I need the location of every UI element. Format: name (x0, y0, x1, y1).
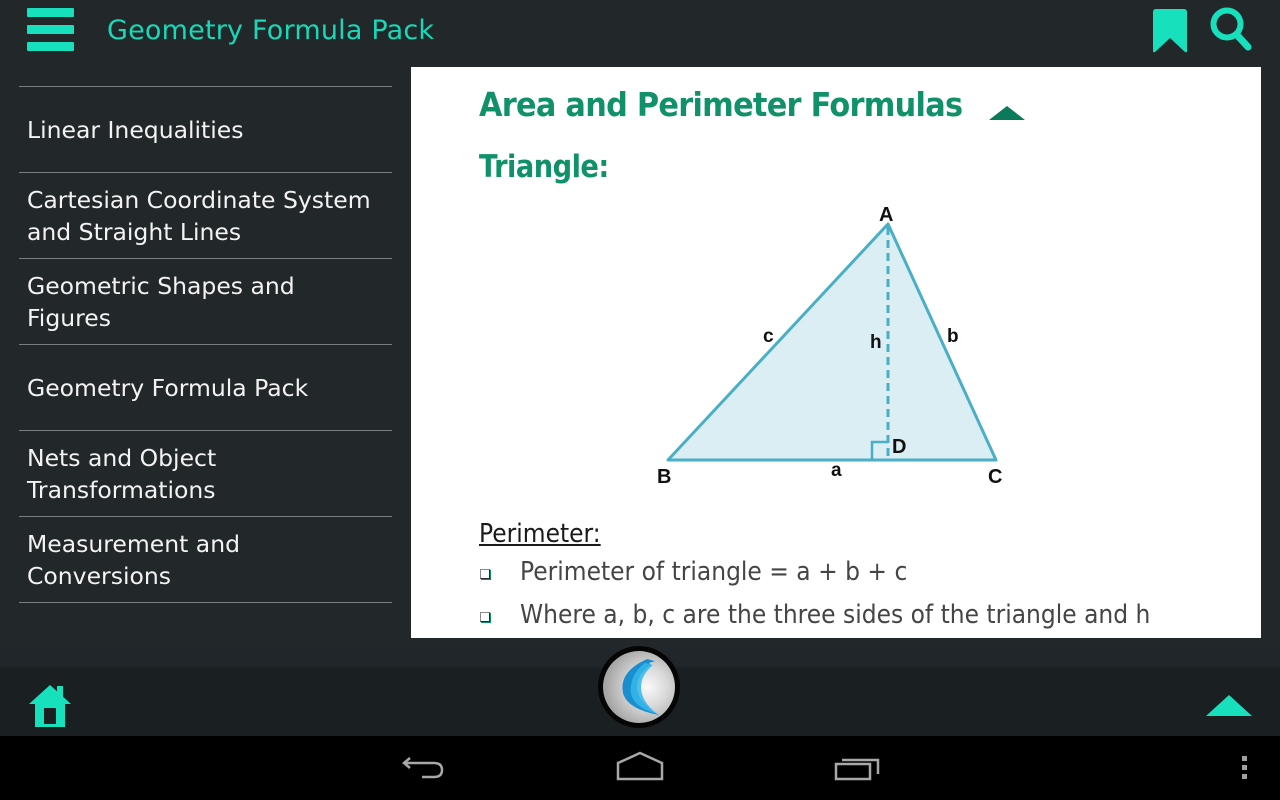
sidebar-item-label: Linear Inequalities (27, 115, 244, 144)
system-back-button[interactable] (400, 750, 448, 784)
checkbox-bullet-icon (480, 612, 490, 622)
side-label-c: c (763, 326, 774, 347)
vertex-label-d: D (892, 436, 906, 458)
side-label-a: a (831, 460, 842, 481)
list-item: Perimeter of triangle = a + b + c (479, 557, 1259, 600)
sidebar-item-label: Measurement and Conversions (27, 529, 241, 590)
sidebar-item-linear-inequalities[interactable]: Linear Inequalities (19, 87, 392, 173)
sidebar-list: Linear Inequalities Cartesian Coordinate… (19, 86, 392, 603)
section-title: Area and Perimeter Formulas (479, 85, 963, 124)
checkbox-bullet-icon (480, 569, 490, 579)
perimeter-bullet-list: Perimeter of triangle = a + b + c Where … (479, 557, 1259, 638)
side-label-b: b (947, 326, 959, 347)
scroll-to-top-button[interactable] (1206, 694, 1252, 718)
back-icon (402, 757, 444, 779)
system-recents-button[interactable] (832, 750, 882, 784)
home-icon (29, 685, 71, 727)
sidebar-item-nets-transformations[interactable]: Nets and Object Transformations (19, 431, 392, 517)
content-panel: Area and Perimeter Formulas Triangle: A … (411, 67, 1261, 638)
bullet-text: Where a, b, c are the three sides of the… (520, 600, 1151, 630)
scroll-top-icon (1206, 695, 1252, 716)
sidebar-item-label: Nets and Object Transformations (27, 443, 217, 504)
overflow-menu-icon (1242, 756, 1247, 779)
app-bar: Geometry Formula Pack (0, 0, 1280, 67)
sidebar-item-label: Geometric Shapes and Figures (27, 271, 295, 332)
triangle-diagram: A B C D a b c h (657, 204, 1002, 488)
vertex-label-b: B (657, 466, 671, 488)
vertex-label-c: C (988, 466, 1002, 488)
bottom-bar (0, 638, 1280, 736)
home-outline-icon (616, 751, 664, 781)
perimeter-heading: Perimeter: (479, 519, 601, 549)
app-logo-button[interactable] (598, 646, 680, 728)
list-item: Where a, b, c are the three sides of the… (479, 600, 1259, 638)
sidebar-item-label: Geometry Formula Pack (27, 373, 309, 402)
collapse-up-icon (989, 106, 1025, 120)
sidebar-item-cartesian-coordinate-system[interactable]: Cartesian Coordinate System and Straight… (19, 173, 392, 259)
sidebar-item-measurement-conversions[interactable]: Measurement and Conversions (19, 517, 392, 603)
search-icon (1210, 7, 1252, 51)
sidebar-item-geometric-shapes[interactable]: Geometric Shapes and Figures (19, 259, 392, 345)
hamburger-menu-icon (27, 8, 74, 17)
sidebar: Linear Inequalities Cartesian Coordinate… (0, 67, 411, 640)
bullet-text: Perimeter of triangle = a + b + c (520, 557, 908, 587)
system-home-button[interactable] (614, 750, 666, 784)
triangle-subtitle: Triangle: (479, 149, 609, 185)
sidebar-item-label: Cartesian Coordinate System and Straight… (27, 185, 371, 246)
bookmark-icon (1153, 9, 1187, 53)
system-navigation-bar (0, 736, 1280, 800)
app-logo-icon (622, 659, 659, 715)
system-overflow-button[interactable] (1238, 754, 1252, 784)
search-button[interactable] (1209, 6, 1253, 54)
app-title: Geometry Formula Pack (107, 15, 435, 46)
height-label-h: h (870, 332, 882, 353)
home-button[interactable] (26, 682, 74, 730)
menu-button[interactable] (27, 8, 74, 52)
recent-apps-icon (834, 758, 880, 781)
sidebar-item-geometry-formula-pack[interactable]: Geometry Formula Pack (19, 345, 392, 431)
collapse-section-button[interactable] (988, 105, 1026, 121)
bookmark-button[interactable] (1150, 8, 1190, 54)
vertex-label-a: A (879, 204, 893, 226)
